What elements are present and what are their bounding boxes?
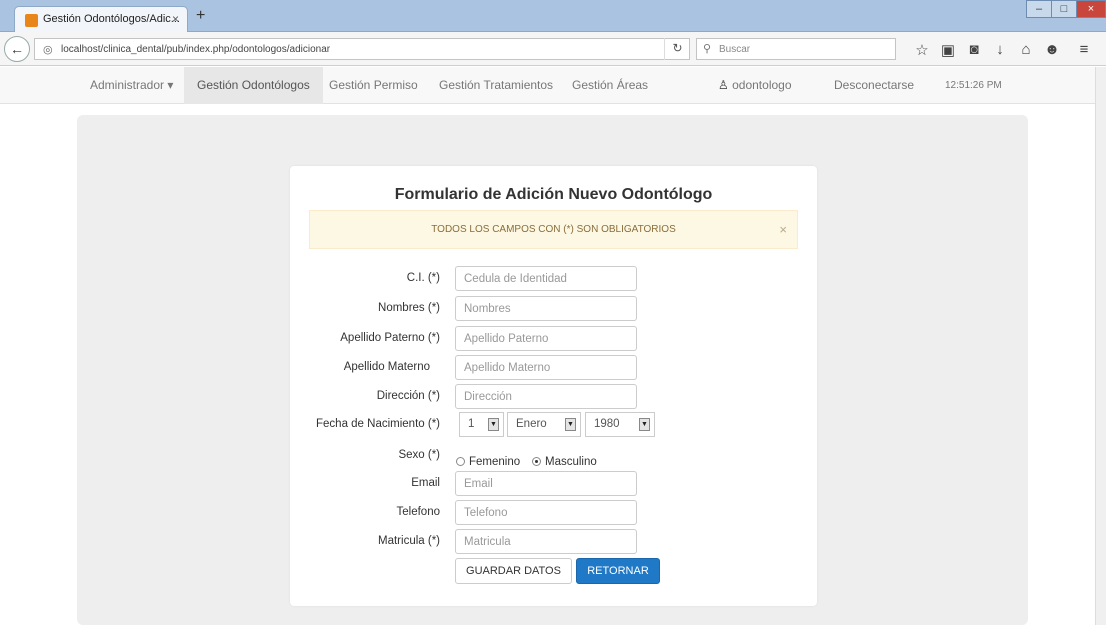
nombres-label: Nombres (*)	[378, 302, 440, 314]
radio-selected-icon	[532, 457, 541, 466]
pocket-icon[interactable]: ◙	[964, 41, 984, 58]
radio-masculino[interactable]: Masculino	[532, 456, 597, 468]
nav-user-label: odontologo	[732, 78, 792, 92]
apellido-materno-label: Apellido Materno	[343, 361, 430, 373]
alert-close-icon[interactable]: ×	[779, 211, 787, 248]
ci-label: C.I. (*)	[406, 272, 440, 284]
month-value: Enero	[516, 418, 547, 430]
browser-toolbar: ← ◎ localhost/clinica_dental/pub/index.p…	[0, 32, 1106, 66]
day-select[interactable]: 1 ▼	[459, 412, 504, 437]
home-icon[interactable]: ⌂	[1016, 41, 1036, 58]
nav-item-administrador[interactable]: Administrador ▾	[90, 67, 173, 104]
tab-title: Gestión Odontólogos/Adic...	[43, 13, 180, 25]
page-navbar: Administrador ▾ Gestión Odontólogos Gest…	[0, 67, 1095, 104]
nav-logout[interactable]: Desconectarse	[834, 67, 914, 104]
apellido-paterno-label: Apellido Paterno (*)	[340, 332, 440, 344]
maximize-button[interactable]: □	[1051, 0, 1077, 18]
year-value: 1980	[594, 418, 620, 430]
search-bar[interactable]: ⚲ Buscar	[696, 38, 896, 60]
search-icon: ⚲	[703, 43, 712, 55]
nav-item-odontologos[interactable]: Gestión Odontólogos	[184, 67, 323, 104]
site-info-icon: ◎	[43, 44, 53, 56]
matricula-input[interactable]	[455, 529, 637, 554]
reload-icon: ↻	[672, 41, 683, 55]
back-button[interactable]: ←	[4, 36, 30, 62]
day-value: 1	[468, 418, 475, 430]
radio-icon	[456, 457, 465, 466]
nav-item-areas[interactable]: Gestión Áreas	[572, 67, 648, 104]
search-placeholder: Buscar	[719, 44, 751, 55]
telefono-input[interactable]	[455, 500, 637, 525]
back-form-button[interactable]: RETORNAR	[576, 558, 660, 584]
url-text: localhost/clinica_dental/pub/index.php/o…	[61, 44, 331, 55]
url-bar[interactable]: ◎ localhost/clinica_dental/pub/index.php…	[34, 38, 690, 60]
direccion-label: Dirección (*)	[376, 390, 440, 402]
chevron-down-icon: ▼	[639, 418, 650, 431]
favicon-icon	[25, 14, 38, 27]
sexo-label: Sexo (*)	[398, 449, 440, 461]
required-fields-alert: TODOS LOS CAMPOS CON (*) SON OBLIGATORIO…	[309, 210, 798, 249]
email-label: Email	[411, 477, 440, 489]
telefono-label: Telefono	[396, 506, 440, 518]
chevron-down-icon: ▼	[488, 418, 499, 431]
menu-icon[interactable]: ≡	[1074, 41, 1094, 58]
reload-button[interactable]: ↻	[664, 38, 690, 60]
minimize-button[interactable]: –	[1026, 0, 1052, 18]
alert-text: TODOS LOS CAMPOS CON (*) SON OBLIGATORIO…	[431, 224, 676, 235]
apellido-materno-input[interactable]	[455, 355, 637, 380]
nav-clock: 12:51:26 PM	[945, 80, 1002, 91]
tab-close-icon[interactable]: ×	[172, 12, 179, 26]
chat-icon[interactable]: ☻	[1042, 41, 1062, 58]
new-tab-button[interactable]: +	[196, 7, 205, 25]
nav-user[interactable]: ♙ odontologo	[718, 67, 792, 104]
apellido-paterno-input[interactable]	[455, 326, 637, 351]
page-title: Formulario de Adición Nuevo Odontólogo	[394, 186, 713, 203]
fecha-nacimiento-label: Fecha de Nacimiento (*)	[316, 418, 440, 430]
page-scrollbar[interactable]	[1095, 67, 1106, 625]
radio-femenino[interactable]: Femenino	[456, 456, 520, 468]
month-select[interactable]: Enero ▼	[507, 412, 581, 437]
close-window-button[interactable]: ×	[1076, 0, 1106, 18]
radio-masculino-label: Masculino	[545, 456, 597, 468]
nav-item-tratamientos[interactable]: Gestión Tratamientos	[439, 67, 553, 104]
browser-tab[interactable]: Gestión Odontólogos/Adic... ×	[14, 6, 188, 33]
nav-item-permiso[interactable]: Gestión Permiso	[329, 67, 418, 104]
chevron-down-icon: ▼	[565, 418, 576, 431]
year-select[interactable]: 1980 ▼	[585, 412, 655, 437]
bookmarks-list-icon[interactable]: ▣	[938, 41, 958, 59]
person-icon: ♙	[718, 78, 729, 92]
email-input[interactable]	[455, 471, 637, 496]
browser-tab-bar: Gestión Odontólogos/Adic... × + – □ ×	[0, 0, 1106, 33]
ci-input[interactable]	[455, 266, 637, 291]
radio-femenino-label: Femenino	[469, 456, 521, 468]
save-button[interactable]: GUARDAR DATOS	[455, 558, 572, 584]
download-icon[interactable]: ↓	[990, 41, 1010, 58]
direccion-input[interactable]	[455, 384, 637, 409]
nombres-input[interactable]	[455, 296, 637, 321]
back-arrow-icon: ←	[10, 41, 24, 57]
bookmark-star-icon[interactable]: ☆	[912, 41, 932, 59]
matricula-label: Matricula (*)	[378, 535, 440, 547]
